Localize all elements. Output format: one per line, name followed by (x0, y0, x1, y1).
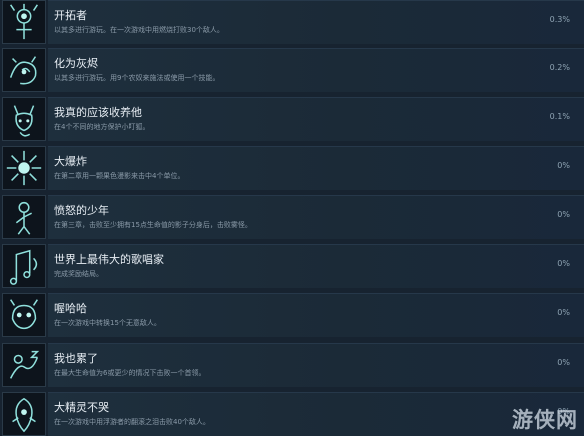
achievement-description: 在最大生命值为6或更少的情况下击败一个首领。 (54, 369, 206, 377)
achievement-row[interactable]: 化为灰烬 以其多进行游玩。用9个农奴来施法或使用一个技能。 0.2% (0, 48, 584, 92)
fox-spirit-icon (2, 97, 46, 141)
achievement-list: 开拓者 以其多进行游玩。在一次游戏中用燃烧打败30个敌人。 0.3% 化为灰烬 … (0, 0, 584, 436)
achievement-title: 大爆炸 (54, 155, 87, 168)
achievement-percent: 0% (557, 161, 570, 170)
achievement-info: 大精灵不哭 在一次游戏中用浮游者的翻滚之泪击败40个敌人。 0% (48, 392, 584, 436)
achievement-title: 我也累了 (54, 352, 98, 365)
achievement-title: 世界上最伟大的歌唱家 (54, 253, 164, 266)
achievement-percent: 0% (557, 308, 570, 317)
achievement-percent: 0% (557, 210, 570, 219)
achievement-description: 在第三章，击败至少拥有15点生命值的影子分身后，击败雾怪。 (54, 221, 252, 229)
explosion-icon (2, 146, 46, 190)
achievement-row[interactable]: 我真的应该收养他 在4个不同的地方保护小叮狐。 0.1% (0, 97, 584, 141)
achievement-info: 喔哈哈 在一次游戏中转换15个无意敌人。 0% (48, 293, 584, 337)
achievement-row[interactable]: 开拓者 以其多进行游玩。在一次游戏中用燃烧打败30个敌人。 0.3% (0, 0, 584, 44)
achievement-description: 在一次游戏中用浮游者的翻滚之泪击败40个敌人。 (54, 418, 210, 426)
achievement-percent: 0.1% (549, 112, 570, 121)
achievement-description: 以其多进行游玩。在一次游戏中用燃烧打败30个敌人。 (54, 26, 224, 34)
spirit-icon (2, 392, 46, 436)
owl-icon (2, 293, 46, 337)
achievement-description: 在第二章用一颗果色漫影来击中4个单位。 (54, 172, 185, 180)
achievement-info: 世界上最伟大的歌唱家 完成奖励结局。 0% (48, 244, 584, 288)
achievement-info: 我也累了 在最大生命值为6或更少的情况下击败一个首领。 0% (48, 343, 584, 387)
achievement-title: 开拓者 (54, 9, 87, 22)
achievement-description: 在一次游戏中转换15个无意敌人。 (54, 319, 161, 327)
achievement-row[interactable]: 大精灵不哭 在一次游戏中用浮游者的翻滚之泪击败40个敌人。 0% (0, 392, 584, 436)
ashes-icon (2, 48, 46, 92)
achievement-info: 愤怒的少年 在第三章，击败至少拥有15点生命值的影子分身后，击败雾怪。 0% (48, 195, 584, 239)
achievement-title: 愤怒的少年 (54, 204, 109, 217)
achievement-title: 化为灰烬 (54, 57, 98, 70)
achievement-info: 大爆炸 在第二章用一颗果色漫影来击中4个单位。 0% (48, 146, 584, 190)
pioneer-icon (2, 0, 46, 44)
achievement-row[interactable]: 喔哈哈 在一次游戏中转换15个无意敌人。 0% (0, 293, 584, 337)
achievement-info: 我真的应该收养他 在4个不同的地方保护小叮狐。 0.1% (48, 97, 584, 141)
achievement-percent: 0% (557, 358, 570, 367)
achievement-row[interactable]: 世界上最伟大的歌唱家 完成奖励结局。 0% (0, 244, 584, 288)
watermark: 游侠网 (512, 408, 578, 432)
achievement-title: 大精灵不哭 (54, 401, 109, 414)
achievement-percent: 0.2% (549, 63, 570, 72)
achievement-description: 以其多进行游玩。用9个农奴来施法或使用一个技能。 (54, 74, 220, 82)
achievement-row[interactable]: 大爆炸 在第二章用一颗果色漫影来击中4个单位。 0% (0, 146, 584, 190)
achievement-title: 我真的应该收养他 (54, 106, 142, 119)
achievement-percent: 0% (557, 259, 570, 268)
angry-youth-icon (2, 195, 46, 239)
achievement-title: 喔哈哈 (54, 302, 87, 315)
singer-icon (2, 244, 46, 288)
tired-icon (2, 343, 46, 387)
achievement-row[interactable]: 我也累了 在最大生命值为6或更少的情况下击败一个首领。 0% (0, 343, 584, 387)
achievement-description: 完成奖励结局。 (54, 270, 103, 278)
achievement-description: 在4个不同的地方保护小叮狐。 (54, 123, 150, 131)
achievement-percent: 0.3% (549, 15, 570, 24)
achievement-row[interactable]: 愤怒的少年 在第三章，击败至少拥有15点生命值的影子分身后，击败雾怪。 0% (0, 195, 584, 239)
achievement-info: 化为灰烬 以其多进行游玩。用9个农奴来施法或使用一个技能。 0.2% (48, 48, 584, 92)
achievement-info: 开拓者 以其多进行游玩。在一次游戏中用燃烧打败30个敌人。 0.3% (48, 0, 584, 44)
